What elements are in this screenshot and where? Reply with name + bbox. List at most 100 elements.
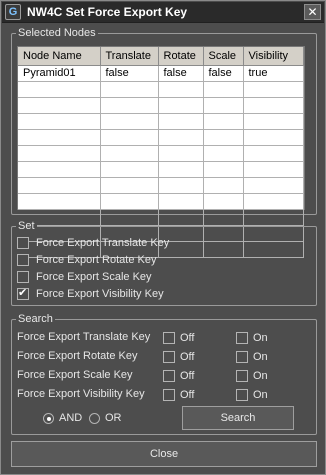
search-translate-off-checkbox[interactable] <box>163 332 175 344</box>
set-rotate-row[interactable]: Force Export Rotate Key <box>17 253 156 267</box>
empty-table-row <box>18 193 304 210</box>
cell-visibility: true <box>243 65 304 82</box>
cell-scale: false <box>203 65 244 82</box>
col-translate[interactable]: Translate <box>100 47 159 66</box>
empty-cell <box>243 113 304 130</box>
search-translate-on[interactable]: On <box>236 332 268 344</box>
search-translate-label: Force Export Translate Key <box>17 331 151 343</box>
empty-cell <box>243 161 304 178</box>
table-header-row: Node Name Translate Rotate Scale Visibil… <box>18 47 304 66</box>
empty-table-row <box>18 209 304 226</box>
empty-table-row <box>18 161 304 178</box>
set-scale-label: Force Export Scale Key <box>36 271 152 283</box>
empty-cell <box>158 177 204 194</box>
empty-table-row <box>18 177 304 194</box>
set-visibility-row[interactable]: Force Export Visibility Key <box>17 286 164 301</box>
search-visibility-off-checkbox[interactable] <box>163 389 175 401</box>
empty-cell <box>243 209 304 226</box>
empty-cell <box>18 81 101 98</box>
search-scale-on[interactable]: On <box>236 370 268 382</box>
window-title: NW4C Set Force Export Key <box>27 5 188 19</box>
empty-cell <box>203 177 244 194</box>
table-row[interactable]: Pyramid01 false false false true <box>18 65 304 82</box>
set-label: Set <box>16 220 37 232</box>
empty-cell <box>203 161 244 178</box>
search-scale-label: Force Export Scale Key <box>17 369 133 381</box>
search-scale-off-label: Off <box>180 370 195 382</box>
search-visibility-off-label: Off <box>180 389 195 401</box>
search-visibility-off[interactable]: Off <box>163 389 194 401</box>
search-visibility-on[interactable]: On <box>236 389 268 401</box>
close-button[interactable]: Close <box>11 441 317 467</box>
set-translate-row[interactable]: Force Export Translate Key <box>17 236 169 250</box>
search-scale-on-checkbox[interactable] <box>236 370 248 382</box>
app-icon: G <box>5 4 21 20</box>
empty-cell <box>158 161 204 178</box>
search-scale-off-checkbox[interactable] <box>163 370 175 382</box>
search-scale-off[interactable]: Off <box>163 370 194 382</box>
empty-table-row <box>18 97 304 114</box>
search-visibility-on-checkbox[interactable] <box>236 389 248 401</box>
empty-cell <box>243 145 304 162</box>
search-rotate-off[interactable]: Off <box>163 351 194 363</box>
cell-translate: false <box>100 65 159 82</box>
empty-cell <box>100 97 159 114</box>
or-radio[interactable] <box>89 412 100 424</box>
search-translate-on-checkbox[interactable] <box>236 332 248 344</box>
empty-cell <box>18 129 101 146</box>
search-rotate-on-checkbox[interactable] <box>236 351 248 363</box>
empty-cell <box>100 145 159 162</box>
empty-table-row <box>18 81 304 98</box>
col-scale[interactable]: Scale <box>203 47 244 66</box>
search-visibility-label: Force Export Visibility Key <box>17 388 145 400</box>
search-visibility-on-label: On <box>253 389 268 401</box>
empty-table-row <box>18 129 304 146</box>
dialog-window: G NW4C Set Force Export Key ✕ Selected N… <box>0 0 326 475</box>
search-rotate-off-label: Off <box>180 351 195 363</box>
empty-cell <box>158 209 204 226</box>
and-label: AND <box>59 412 83 424</box>
empty-cell <box>243 97 304 114</box>
set-scale-checkbox[interactable] <box>17 271 29 283</box>
empty-cell <box>158 81 204 98</box>
empty-cell <box>18 113 101 130</box>
empty-table-row <box>18 145 304 162</box>
empty-cell <box>158 145 204 162</box>
title-bar[interactable]: G NW4C Set Force Export Key ✕ <box>2 2 324 23</box>
and-radio-option[interactable]: AND <box>43 412 82 424</box>
set-visibility-checkbox[interactable] <box>17 286 29 300</box>
search-rotate-label: Force Export Rotate Key <box>17 350 138 362</box>
search-translate-off[interactable]: Off <box>163 332 194 344</box>
empty-cell <box>100 177 159 194</box>
empty-table-row <box>18 113 304 130</box>
search-rotate-on[interactable]: On <box>236 351 268 363</box>
empty-cell <box>243 81 304 98</box>
empty-cell <box>100 161 159 178</box>
empty-cell <box>18 97 101 114</box>
search-translate-off-label: Off <box>180 332 195 344</box>
set-scale-row[interactable]: Force Export Scale Key <box>17 270 152 284</box>
cell-rotate: false <box>158 65 204 82</box>
empty-cell <box>243 129 304 146</box>
nodes-table[interactable]: Node Name Translate Rotate Scale Visibil… <box>17 46 305 258</box>
col-rotate[interactable]: Rotate <box>158 47 204 66</box>
search-rotate-off-checkbox[interactable] <box>163 351 175 363</box>
empty-cell <box>203 209 244 226</box>
search-button[interactable]: Search <box>182 406 294 430</box>
col-node-name[interactable]: Node Name <box>18 47 101 66</box>
or-label: OR <box>105 412 122 424</box>
empty-cell <box>18 145 101 162</box>
set-rotate-checkbox[interactable] <box>17 254 29 266</box>
or-radio-option[interactable]: OR <box>89 412 122 424</box>
set-translate-checkbox[interactable] <box>17 237 29 249</box>
window-close-button[interactable]: ✕ <box>304 4 321 20</box>
empty-cell <box>243 177 304 194</box>
empty-cell <box>18 177 101 194</box>
empty-cell <box>243 193 304 210</box>
and-radio[interactable] <box>43 412 54 424</box>
empty-cell <box>203 97 244 114</box>
empty-cell <box>203 81 244 98</box>
empty-cell <box>100 193 159 210</box>
empty-cell <box>203 113 244 130</box>
col-visibility[interactable]: Visibility <box>243 47 304 66</box>
